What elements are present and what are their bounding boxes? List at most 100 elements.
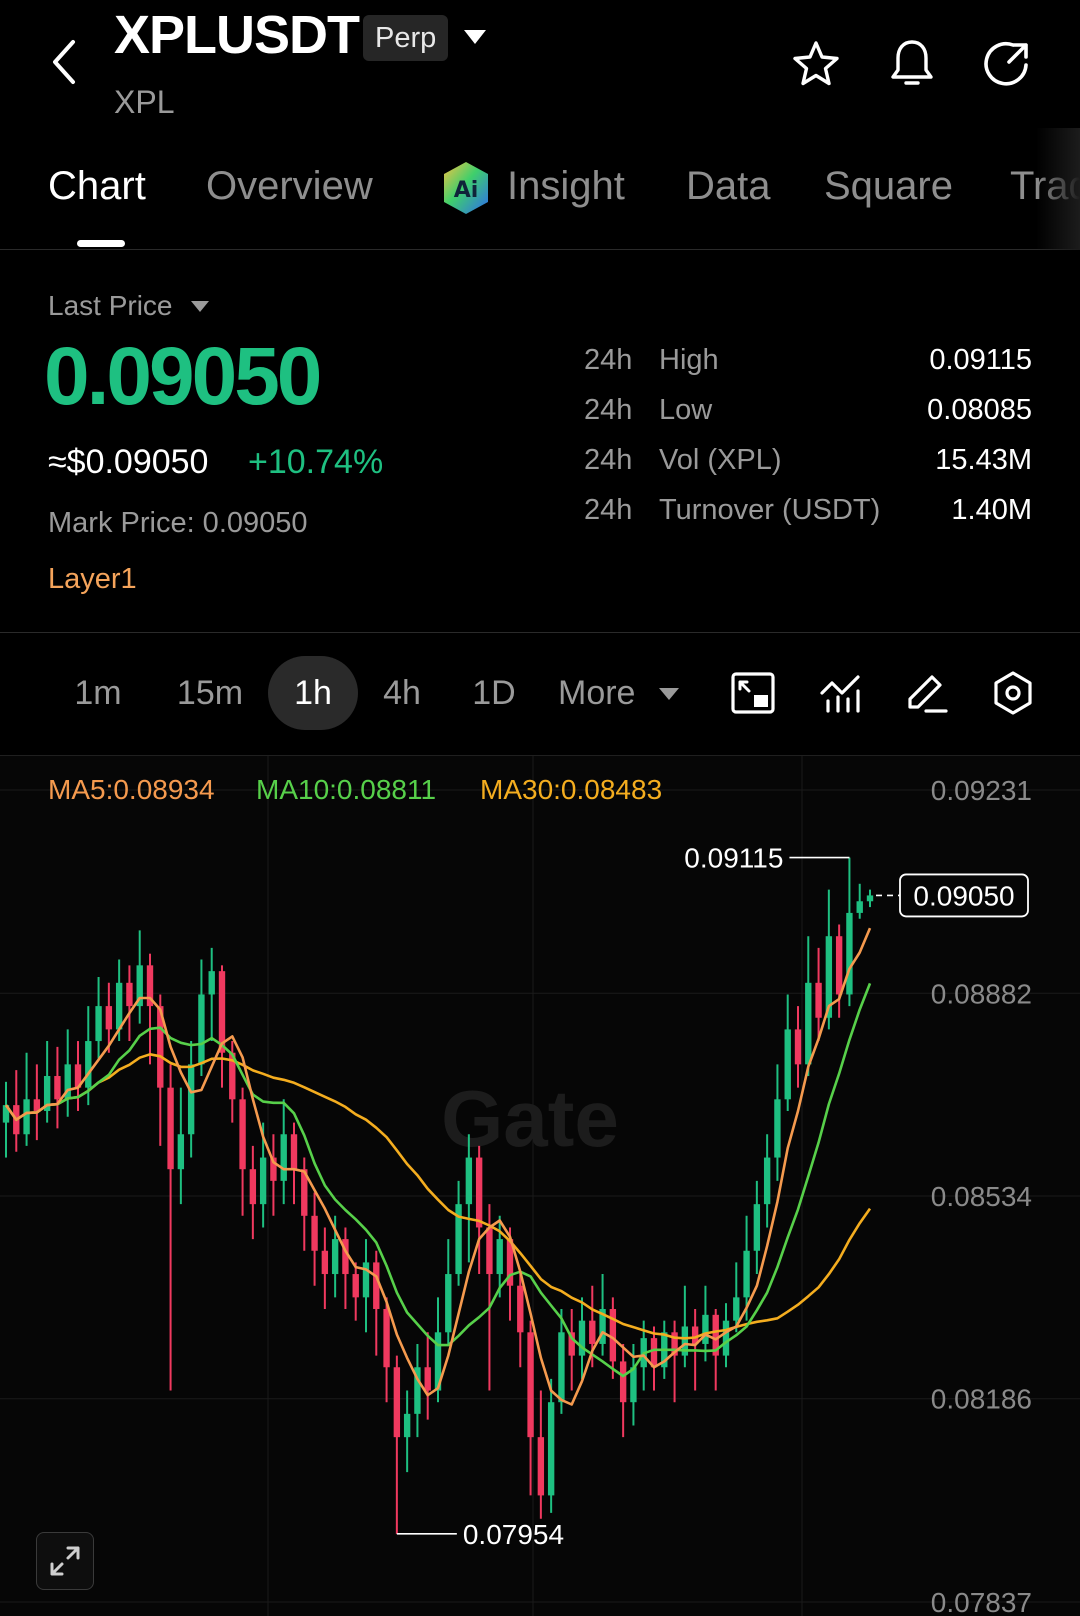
caret-down-icon[interactable]	[659, 688, 679, 700]
candle-body	[331, 1239, 339, 1275]
stat-period: 24h	[584, 444, 633, 476]
sector-tag[interactable]: Layer1	[48, 563, 137, 596]
svg-text:Ai: Ai	[454, 178, 479, 203]
candle-body	[95, 1006, 102, 1042]
fullscreen-button[interactable]	[36, 1532, 94, 1590]
candlestick-chart[interactable]: 0.09231 0.08882 0.08534 0.08186 0.07837 Gate 0…	[0, 755, 1080, 1616]
candle-body	[619, 1361, 627, 1403]
chart-layout-button[interactable]	[728, 668, 778, 718]
candle-body	[54, 1076, 61, 1100]
y-axis-tick-label: 0.08186	[931, 1384, 1032, 1415]
current-price-label: 0.09050	[913, 880, 1014, 911]
pencil-icon	[908, 675, 948, 713]
stat-value: 0.08085	[927, 394, 1032, 426]
candle-body	[805, 982, 812, 1065]
timeframe-bar: 1m 15m 1h 4h 1D More	[0, 656, 1080, 732]
tab-data[interactable]: Data	[686, 164, 771, 209]
candle-body	[784, 1029, 791, 1100]
candle-body	[774, 1099, 781, 1158]
y-axis-tick-label: 0.08882	[931, 978, 1032, 1009]
candle-body	[187, 1064, 195, 1135]
caret-down-icon[interactable]	[191, 301, 209, 312]
price-type-selector[interactable]: Last Price	[48, 290, 173, 322]
contract-type-badge: Perp	[363, 15, 449, 61]
bell-icon	[891, 40, 933, 85]
candle-body	[558, 1332, 565, 1403]
candle-body	[537, 1437, 545, 1496]
timeframe-1m[interactable]: 1m	[58, 656, 138, 730]
stat-label: Vol (XPL)	[659, 444, 782, 476]
tab-overview[interactable]: Overview	[206, 164, 373, 209]
y-axis-tick-label: 0.07837	[931, 1587, 1032, 1616]
tab-chart[interactable]: Chart	[48, 164, 146, 209]
candle-body	[259, 1157, 267, 1205]
candle-body	[475, 1157, 483, 1228]
chart-canvas[interactable]: 0.09231 0.08882 0.08534 0.08186 0.07837 Gate 0…	[0, 756, 1080, 1616]
candle-body	[486, 1227, 493, 1275]
tab-bar: Chart Overview Ai Insight Data Square Tr…	[0, 128, 1080, 250]
timeframe-15m[interactable]: 15m	[160, 656, 260, 730]
timeframe-1h[interactable]: 1h	[268, 656, 358, 730]
timeframe-1d[interactable]: 1D	[456, 656, 532, 730]
candle-body	[208, 971, 215, 995]
active-tab-indicator	[77, 240, 125, 247]
candle-body	[763, 1157, 771, 1205]
settings-icon	[994, 671, 1032, 715]
stat-row-volume: 24h Vol (XPL) 15.43M	[584, 444, 1032, 494]
expand-icon	[50, 1546, 80, 1576]
tab-square[interactable]: Square	[824, 164, 953, 209]
candle-body	[722, 1320, 730, 1356]
candle-body	[321, 1250, 329, 1275]
section-divider	[0, 632, 1080, 633]
back-button[interactable]	[44, 34, 84, 90]
candle-body	[239, 1099, 246, 1170]
stat-label: Turnover (USDT)	[659, 494, 881, 526]
price-change-percent: +10.74%	[248, 443, 384, 481]
y-axis-tick-label: 0.08534	[931, 1181, 1032, 1212]
tab-overflow-fade	[1036, 128, 1080, 250]
layout-icon	[731, 672, 775, 714]
ma10-legend: MA10:0.08811	[256, 774, 437, 805]
ma30-legend: MA30:0.08483	[480, 774, 663, 805]
timeframe-more[interactable]: More	[558, 656, 654, 730]
timeframe-4h[interactable]: 4h	[364, 656, 440, 730]
candle-body	[280, 1134, 287, 1181]
candle-body	[424, 1367, 431, 1391]
chevron-left-icon	[53, 40, 75, 84]
candle-body	[249, 1169, 257, 1205]
candle-body	[105, 1006, 113, 1030]
candle-body	[167, 1087, 174, 1170]
tab-insight[interactable]: Insight	[507, 164, 625, 209]
stat-label: Low	[659, 394, 713, 426]
candle-body	[352, 1274, 359, 1298]
mark-price: Mark Price: 0.09050	[48, 507, 308, 539]
candle-body	[517, 1285, 524, 1333]
candle-body	[589, 1320, 596, 1344]
candle-body	[866, 895, 874, 902]
candle-body	[794, 1029, 802, 1065]
ma5-legend: MA5:0.08934	[48, 774, 215, 805]
price-alert-button[interactable]	[884, 36, 940, 92]
candle-body	[465, 1157, 473, 1205]
share-button[interactable]	[978, 36, 1034, 92]
chart-settings-button[interactable]	[988, 668, 1038, 718]
candle-body	[702, 1314, 709, 1344]
stat-row-high: 24h High 0.09115	[584, 344, 1032, 394]
symbol-title[interactable]: XPLUSDT	[114, 4, 360, 66]
drawing-tools-button[interactable]	[902, 668, 952, 718]
header: XPLUSDT Perp XPL	[0, 0, 1080, 130]
candle-body	[403, 1413, 411, 1438]
candle-body	[527, 1332, 534, 1438]
indicators-button[interactable]	[816, 668, 866, 718]
candle-body	[33, 1099, 41, 1111]
candle-body	[373, 1262, 380, 1310]
star-icon	[793, 41, 839, 86]
candle-body	[856, 901, 863, 913]
candle-body	[743, 1250, 750, 1298]
candle-body	[846, 912, 853, 995]
candle-body	[126, 982, 133, 1007]
low-price-label: 0.07954	[463, 1519, 564, 1550]
candle-body	[383, 1309, 390, 1368]
favorite-button[interactable]	[788, 36, 844, 92]
chevron-down-icon[interactable]	[464, 30, 486, 44]
